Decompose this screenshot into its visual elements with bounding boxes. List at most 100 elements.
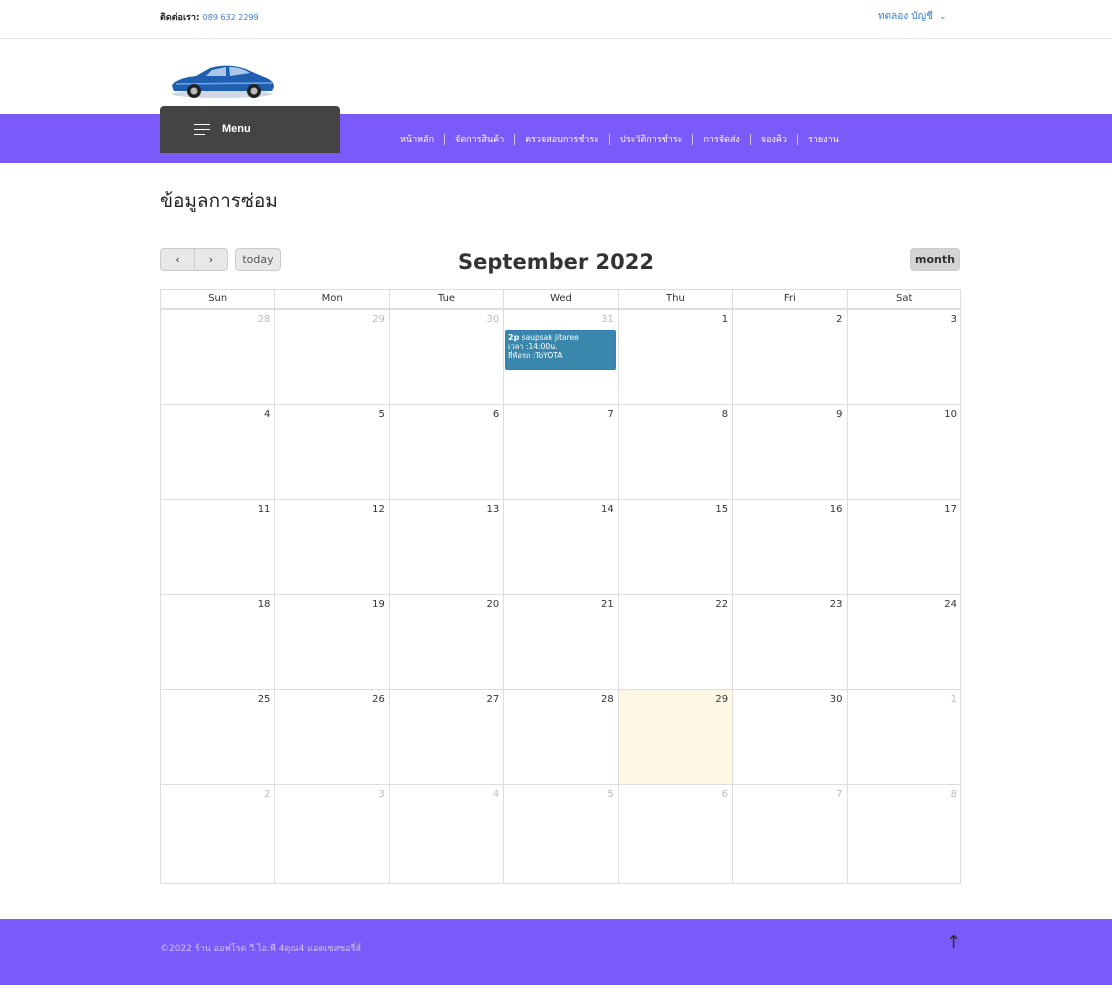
day-number: 2 xyxy=(264,789,271,800)
nav-link-payment-check[interactable]: ตรวจสอบการชำระ xyxy=(525,132,599,146)
day-cell[interactable]: 4 xyxy=(161,405,274,499)
day-cell[interactable]: 17 xyxy=(846,500,961,594)
weekday-label: Sat xyxy=(846,290,961,308)
contact-label: ติดต่อเรา: xyxy=(160,13,200,23)
day-cell[interactable]: 1 xyxy=(617,310,732,404)
weekday-header: Sun Mon Tue Wed Thu Fri Sat xyxy=(161,290,961,309)
nav-separator xyxy=(609,133,611,145)
arrow-up-icon[interactable]: ↑ xyxy=(946,932,961,953)
day-number: 25 xyxy=(257,694,271,705)
day-number: 8 xyxy=(950,789,957,800)
month-view-button[interactable]: month xyxy=(910,248,960,271)
day-cell[interactable]: 3 xyxy=(274,785,388,884)
menu-button[interactable]: Menu xyxy=(160,106,340,153)
day-cell[interactable]: 12 xyxy=(274,500,388,594)
day-number: 19 xyxy=(372,599,385,610)
day-cell[interactable]: 28 xyxy=(503,690,617,784)
day-number: 20 xyxy=(486,599,500,610)
contact-phone[interactable]: 089 632 2299 xyxy=(203,13,259,22)
day-number: 3 xyxy=(378,789,385,800)
nav-link-report[interactable]: รายงาน xyxy=(808,132,839,146)
day-number: 23 xyxy=(829,599,843,610)
day-cell[interactable]: 21 xyxy=(503,595,617,689)
event-title: saupsak jitaree xyxy=(521,333,579,342)
day-number: 1 xyxy=(950,694,957,705)
calendar-grid: Sun Mon Tue Wed Thu Fri Sat 28 29 30 31 … xyxy=(160,289,961,884)
contact-info: ติดต่อเรา: 089 632 2299 xyxy=(160,10,259,24)
account-dropdown[interactable]: ทดลอง บัญชี ⌄ xyxy=(878,9,946,24)
day-cell[interactable]: 10 xyxy=(846,405,961,499)
day-cell[interactable]: 9 xyxy=(732,405,846,499)
day-cell[interactable]: 15 xyxy=(617,500,732,594)
account-label[interactable]: ทดลอง บัญชี xyxy=(878,11,933,22)
day-cell[interactable]: 8 xyxy=(846,785,961,884)
event-time: 2p xyxy=(508,333,520,342)
day-number: 6 xyxy=(492,409,500,420)
day-cell[interactable]: 16 xyxy=(732,500,846,594)
day-number: 31 xyxy=(600,314,614,325)
hamburger-icon xyxy=(194,124,210,135)
day-number: 30 xyxy=(486,314,500,325)
day-cell[interactable]: 2 xyxy=(161,785,274,884)
calendar-event[interactable]: 2p saupsak jitaree เวลา :14:00น. ยี่ห้อร… xyxy=(505,330,616,370)
day-cell[interactable]: 6 xyxy=(617,785,732,884)
car-logo[interactable] xyxy=(166,58,278,100)
day-number: 30 xyxy=(829,694,843,705)
day-number: 29 xyxy=(372,314,385,325)
calendar-week: 18 19 20 21 22 23 24 xyxy=(161,594,961,689)
day-cell[interactable]: 3 xyxy=(846,310,961,404)
day-cell[interactable]: 29 xyxy=(274,310,388,404)
day-cell[interactable]: 19 xyxy=(274,595,388,689)
day-cell[interactable]: 7 xyxy=(503,405,617,499)
top-bar: ติดต่อเรา: 089 632 2299 ทดลอง บัญชี ⌄ xyxy=(0,0,1112,39)
day-cell[interactable]: 20 xyxy=(388,595,503,689)
day-cell[interactable]: 5 xyxy=(503,785,617,884)
day-cell[interactable]: 13 xyxy=(388,500,503,594)
nav-link-home[interactable]: หน้าหลัก xyxy=(400,132,434,146)
day-number: 15 xyxy=(715,504,729,515)
event-time-detail: เวลา :14:00น. xyxy=(508,342,558,351)
day-number: 29 xyxy=(715,694,729,705)
day-cell[interactable]: 8 xyxy=(617,405,732,499)
day-number: 6 xyxy=(721,789,729,800)
nav-link-booking[interactable]: จองคิว xyxy=(761,132,787,146)
day-cell[interactable]: 2 xyxy=(732,310,846,404)
day-cell[interactable]: 24 xyxy=(846,595,961,689)
weekday-label: Thu xyxy=(617,290,732,308)
day-cell[interactable]: 30 xyxy=(732,690,846,784)
copyright-text: ©2022 ร้าน ออฟโรด วี.ไอ.พี 4ดุณ4 แอคเซสซ… xyxy=(160,944,361,954)
nav-link-shipping[interactable]: การจัดส่ง xyxy=(703,132,739,146)
day-number: 7 xyxy=(607,409,614,420)
nav-separator xyxy=(692,133,694,145)
calendar-week: 4 5 6 7 8 9 10 xyxy=(161,404,961,499)
day-cell[interactable]: 6 xyxy=(388,405,503,499)
day-cell[interactable]: 30 xyxy=(388,310,503,404)
day-cell[interactable]: 1 xyxy=(846,690,961,784)
day-number: 28 xyxy=(600,694,614,705)
nav-separator xyxy=(444,133,446,145)
day-cell[interactable]: 27 xyxy=(388,690,503,784)
day-cell[interactable]: 25 xyxy=(161,690,274,784)
day-cell[interactable]: 14 xyxy=(503,500,617,594)
day-cell[interactable]: 22 xyxy=(617,595,732,689)
day-cell[interactable]: 7 xyxy=(732,785,846,884)
day-cell[interactable]: 5 xyxy=(274,405,388,499)
day-number: 5 xyxy=(607,789,614,800)
day-number: 21 xyxy=(600,599,614,610)
day-cell[interactable]: 18 xyxy=(161,595,274,689)
nav-link-products[interactable]: จัดการสินค้า xyxy=(455,132,504,146)
day-number: 4 xyxy=(492,789,500,800)
nav-separator xyxy=(796,133,798,145)
day-number: 22 xyxy=(715,599,729,610)
nav-link-payment-history[interactable]: ประวัติการชำระ xyxy=(620,132,682,146)
day-cell[interactable]: 26 xyxy=(274,690,388,784)
day-number: 18 xyxy=(257,599,271,610)
day-cell[interactable]: 4 xyxy=(388,785,503,884)
day-number: 4 xyxy=(264,409,271,420)
day-number: 2 xyxy=(836,314,843,325)
day-cell[interactable]: 11 xyxy=(161,500,274,594)
today-cell[interactable]: 29 xyxy=(617,690,733,784)
day-number: 1 xyxy=(721,314,729,325)
day-cell[interactable]: 28 xyxy=(161,310,274,404)
day-cell[interactable]: 23 xyxy=(732,595,846,689)
